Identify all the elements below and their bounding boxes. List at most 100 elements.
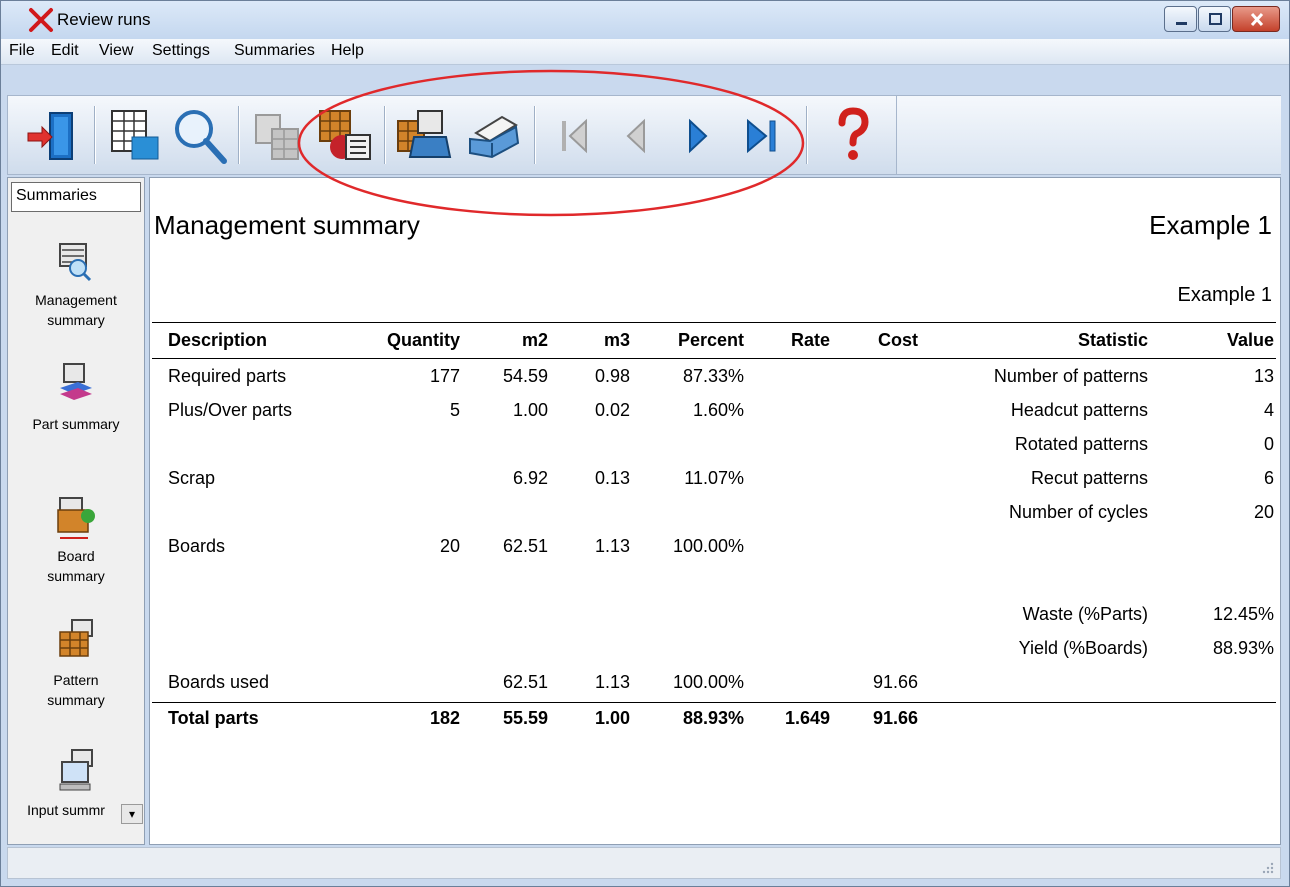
- close-icon: [1250, 12, 1264, 27]
- review-runs-window: Review runs File Edit View Settings Summ…: [0, 0, 1290, 887]
- printer-icon: [469, 115, 520, 159]
- cell-m2: 6.92: [512, 468, 548, 488]
- cell-m3: 1.13: [594, 536, 630, 556]
- cell-description: Required parts: [168, 366, 287, 386]
- report-area: Management summary Example 1 Example 1 D…: [149, 177, 1281, 845]
- cell-value: 20: [1253, 502, 1274, 522]
- cell-value: 4: [1263, 400, 1274, 420]
- copy-disabled-icon: [255, 114, 299, 160]
- print-button[interactable]: [462, 103, 524, 167]
- menu-settings[interactable]: Settings: [152, 42, 210, 60]
- export-button[interactable]: [314, 103, 376, 167]
- sidebar-scroll-button[interactable]: ▾: [121, 804, 143, 824]
- report-layout-button[interactable]: [102, 103, 164, 167]
- total-cost: 91.66: [872, 708, 918, 728]
- toolbar-separator: [806, 106, 808, 164]
- board-summary-icon: [57, 497, 95, 539]
- cell-statistic: Yield (%Boards): [1018, 638, 1148, 658]
- cell-statistic: Number of cycles: [1008, 502, 1148, 522]
- cell-statistic: Number of patterns: [993, 366, 1148, 386]
- col-rate: Rate: [790, 330, 830, 350]
- next-page-button[interactable]: [668, 103, 730, 167]
- cell-description: Boards: [168, 536, 226, 556]
- sidebar-item-pattern-summary[interactable]: Pattern summary: [8, 618, 144, 710]
- summaries-sidebar: Summaries Management summary Part summar…: [7, 177, 145, 845]
- resize-grip-icon[interactable]: [1260, 860, 1274, 874]
- menu-bar: File Edit View Settings Summaries Help: [1, 39, 1289, 65]
- help-button[interactable]: [822, 103, 884, 167]
- report-title: Management summary: [154, 210, 420, 240]
- sidebar-item-management-summary[interactable]: Management summary: [8, 240, 144, 330]
- cell-percent: 100.00%: [672, 536, 744, 556]
- cell-percent: 11.07%: [684, 468, 744, 488]
- exit-door-icon: [27, 112, 73, 160]
- sidebar-item-board-summary[interactable]: Board summary: [8, 494, 144, 586]
- maximize-icon: [1209, 13, 1222, 25]
- toolbar-separator: [94, 106, 96, 164]
- menu-view[interactable]: View: [99, 42, 133, 60]
- app-logo-icon: [29, 8, 53, 32]
- summaries-tab[interactable]: Summaries: [11, 182, 141, 212]
- close-button[interactable]: [1232, 6, 1280, 32]
- table-row: Rotated patterns 0: [150, 434, 1280, 464]
- table-row: Scrap 6.92 0.13 11.07% Recut patterns 6: [150, 468, 1280, 498]
- cell-m2: 54.59: [502, 366, 548, 386]
- menu-file[interactable]: File: [9, 42, 35, 60]
- total-m2: 55.59: [502, 708, 548, 728]
- cell-cost: 91.66: [872, 672, 918, 692]
- header-rule: [152, 322, 1276, 323]
- next-page-icon: [689, 118, 708, 154]
- title-bar: Review runs: [1, 1, 1289, 39]
- cell-value: 6: [1263, 468, 1274, 488]
- cell-description: Plus/Over parts: [168, 400, 293, 420]
- report-layout-icon: [111, 110, 159, 160]
- maximize-button[interactable]: [1198, 6, 1231, 32]
- toolbar: [7, 95, 897, 175]
- first-page-icon: [562, 118, 587, 154]
- print-batch-button[interactable]: [392, 103, 454, 167]
- col-statistic: Statistic: [1077, 330, 1148, 350]
- total-rule: [152, 702, 1276, 703]
- cell-m3: 0.98: [594, 366, 630, 386]
- previous-page-icon: [626, 118, 645, 154]
- minimize-button[interactable]: [1164, 6, 1197, 32]
- cell-description: Boards used: [168, 672, 270, 692]
- cell-percent: 100.00%: [672, 672, 744, 692]
- part-summary-icon: [60, 363, 92, 400]
- print-batch-icon: [397, 110, 452, 158]
- header-underline: [152, 358, 1276, 359]
- col-value: Value: [1226, 330, 1274, 350]
- table-row: Yield (%Boards) 88.93%: [150, 638, 1280, 668]
- preview-button[interactable]: [168, 103, 230, 167]
- table-row: Boards used 62.51 1.13 100.00% 91.66: [150, 672, 1280, 702]
- previous-page-button[interactable]: [604, 103, 666, 167]
- menu-help[interactable]: Help: [331, 42, 364, 60]
- menu-summaries[interactable]: Summaries: [234, 42, 315, 60]
- table-row: Number of cycles 20: [150, 502, 1280, 532]
- toolbar-separator: [384, 106, 386, 164]
- total-m3: 1.00: [594, 708, 630, 728]
- cell-m2: 62.51: [502, 536, 548, 556]
- menu-edit[interactable]: Edit: [51, 42, 79, 60]
- run-subtitle: Example 1: [1177, 284, 1273, 306]
- cell-value: 88.93%: [1212, 638, 1274, 658]
- exit-button[interactable]: [22, 103, 84, 167]
- last-page-button[interactable]: [734, 103, 796, 167]
- last-page-icon: [747, 118, 776, 154]
- cell-quantity: 20: [439, 536, 460, 556]
- sidebar-item-part-summary[interactable]: Part summary: [8, 362, 144, 434]
- cell-percent: 1.60%: [692, 400, 744, 420]
- total-quantity: 182: [429, 708, 460, 728]
- cell-m3: 0.13: [594, 468, 630, 488]
- table-row: Boards 20 62.51 1.13 100.00%: [150, 536, 1280, 566]
- total-description: Total parts: [168, 708, 259, 728]
- cell-value: 12.45%: [1212, 604, 1274, 624]
- table-row: Waste (%Parts) 12.45%: [150, 604, 1280, 634]
- cell-statistic: Waste (%Parts): [1022, 604, 1148, 624]
- toolbar-separator: [238, 106, 240, 164]
- first-page-button[interactable]: [542, 103, 604, 167]
- table-row: Plus/Over parts 5 1.00 0.02 1.60% Headcut pat…: [150, 400, 1280, 430]
- copy-button[interactable]: [246, 103, 308, 167]
- export-report-icon: [319, 110, 371, 160]
- cell-m2: 1.00: [512, 400, 548, 420]
